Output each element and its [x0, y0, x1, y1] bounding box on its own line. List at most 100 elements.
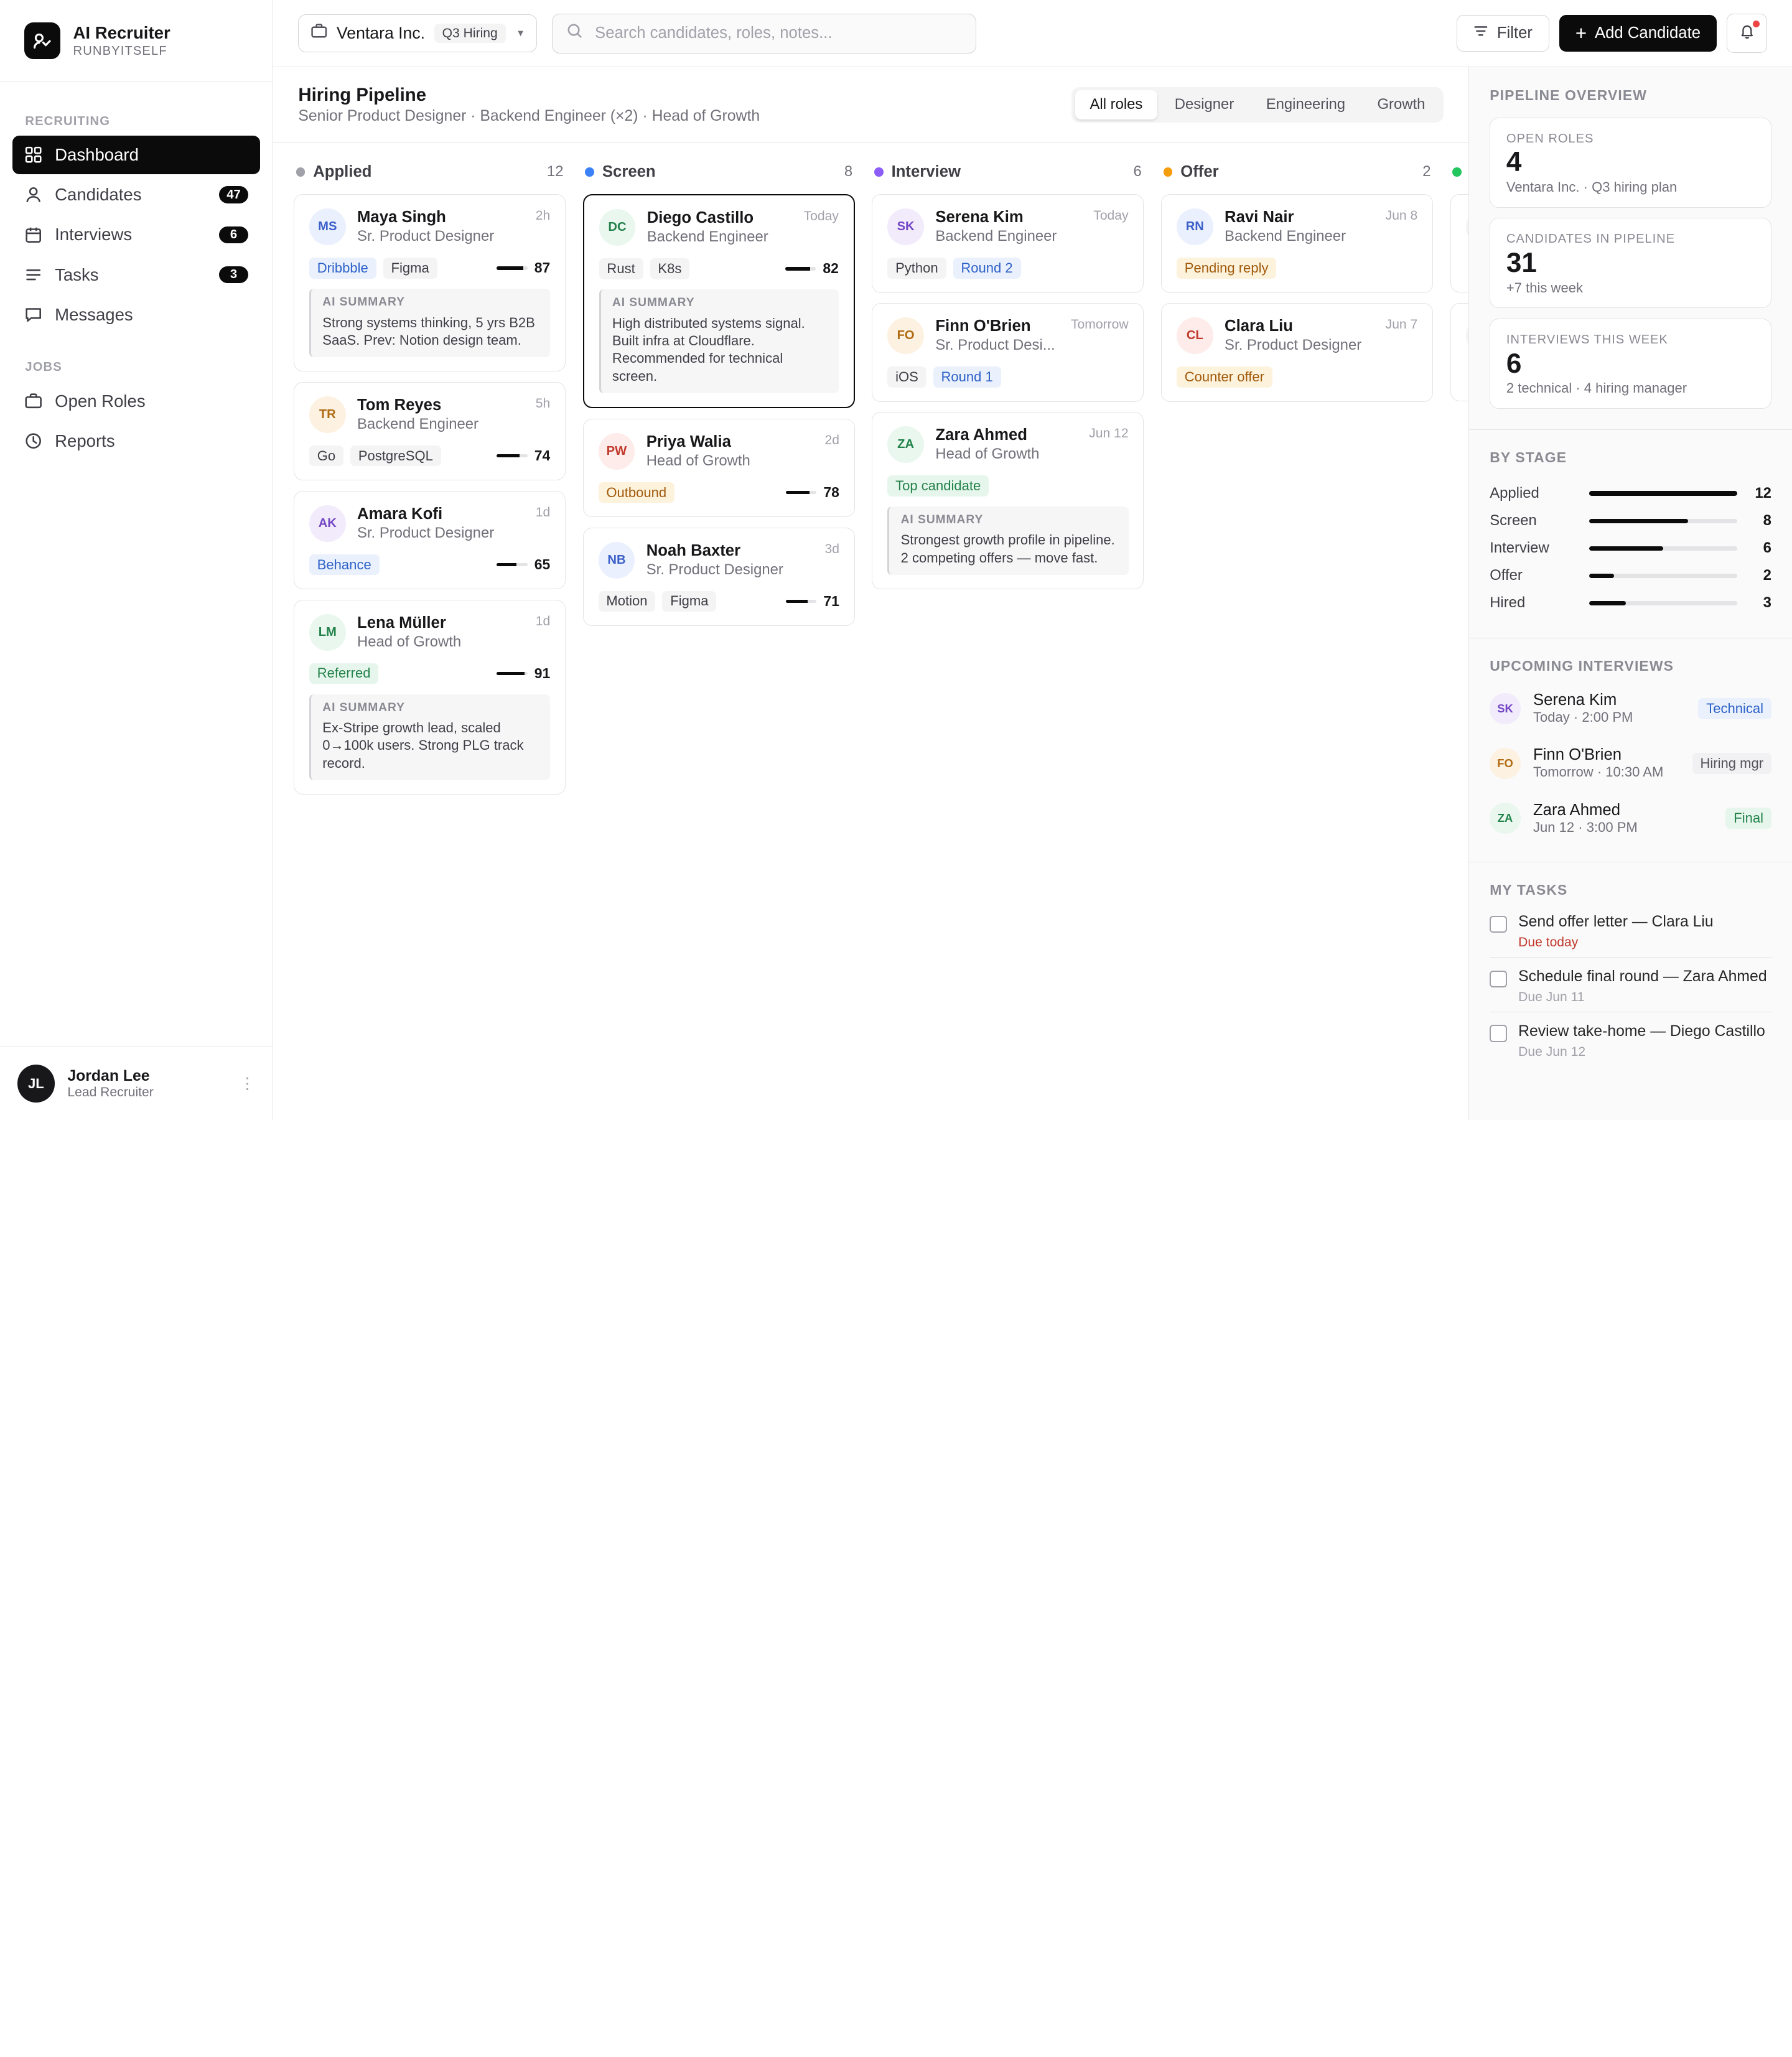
- upcoming-title: Upcoming Interviews: [1490, 657, 1674, 674]
- candidate-card[interactable]: FO Finn O'Brien Sr. Product Desi... Tomorro…: [872, 303, 1144, 402]
- stage-name: Offer: [1490, 567, 1523, 584]
- candidate-name: Finn O'Brien: [935, 317, 1031, 335]
- match-score: 65: [497, 556, 550, 573]
- sidebar-item-messages[interactable]: Messages: [12, 296, 260, 334]
- task-checkbox[interactable]: [1490, 915, 1507, 933]
- user-name: Jordan Lee: [67, 1067, 150, 1084]
- pipeline-column-interview: Interview 6 SK Serena Kim Backend Engineer To…: [872, 162, 1144, 805]
- user-profile[interactable]: JL Jordan Lee Lead Recruiter ⋮: [0, 1047, 273, 1120]
- candidate-card[interactable]: MS Maya Singh Sr. Product Designer 2h Dribbb…: [294, 194, 566, 372]
- sidebar-nav: Recruiting Dashboard Candidates 47 Interview…: [0, 82, 273, 1047]
- candidate-name: Amara Kofi: [357, 505, 443, 523]
- interview-item[interactable]: FO Finn O'Brien Tomorrow · 10:30 AM Hiring …: [1490, 736, 1771, 791]
- ai-summary-text: High distributed systems signal. Built i…: [612, 315, 805, 384]
- brand-logo-icon: [24, 22, 61, 59]
- match-score: 71: [785, 593, 839, 610]
- main: Ventara Inc. Q3 Hiring ▼ Filter +: [273, 0, 1792, 1120]
- candidate-card[interactable]: ZA Zara Ahmed Head of Growth Jun 12 Top cand…: [872, 412, 1144, 590]
- score-bar: [785, 599, 817, 604]
- card-meta: Motion Figma 71: [598, 590, 839, 612]
- candidate-role: Backend Engineer: [357, 415, 479, 432]
- interview-time: Tomorrow · 10:30 AM: [1533, 764, 1664, 780]
- tab-designer[interactable]: Designer: [1160, 90, 1249, 119]
- candidate-card[interactable]: NB Noah Baxter Sr. Product Designer 3d Motio…: [582, 527, 855, 627]
- brand[interactable]: AI Recruiter RUNBYITSELF: [0, 0, 273, 83]
- app-root: AI Recruiter RUNBYITSELF Recruiting Dashb…: [0, 0, 1792, 1120]
- user-role: Lead Recruiter: [67, 1084, 154, 1099]
- score-value: 82: [823, 260, 839, 277]
- pipeline-column-screen: Screen 8 DC Diego Castillo Backend Engineer T…: [582, 162, 855, 805]
- candidate-info: Noah Baxter Sr. Product Designer: [646, 542, 813, 579]
- company-tag: Q3 Hiring: [434, 24, 506, 44]
- candidate-card[interactable]: [1450, 194, 1469, 293]
- candidate-role: Head of Growth: [357, 633, 462, 650]
- stage-bar: [1589, 573, 1737, 579]
- candidate-card[interactable]: TR Tom Reyes Backend Engineer 5h Go PostgreSQ…: [294, 381, 566, 481]
- task-item: Schedule final round — Zara Ahmed Due Jun…: [1490, 958, 1771, 1013]
- task-title: Send offer letter — Clara Liu: [1518, 913, 1714, 930]
- task-checkbox[interactable]: [1490, 970, 1507, 988]
- candidate-card[interactable]: DC Diego Castillo Backend Engineer Today Rus…: [582, 194, 855, 409]
- candidate-role: Sr. Product Designer: [1225, 337, 1362, 354]
- sidebar-item-dashboard[interactable]: Dashboard: [12, 135, 260, 175]
- tab-growth[interactable]: Growth: [1363, 90, 1440, 119]
- stage-name: Applied: [1490, 485, 1539, 502]
- sidebar-item-interviews[interactable]: Interviews 6: [12, 215, 260, 254]
- interview-item[interactable]: SK Serena Kim Today · 2:00 PM Technical: [1490, 681, 1771, 736]
- sidebar-item-tasks[interactable]: Tasks 3: [12, 255, 260, 294]
- tab-all-roles[interactable]: All roles: [1075, 90, 1158, 119]
- task-checkbox[interactable]: [1490, 1025, 1507, 1042]
- more-vertical-icon[interactable]: ⋮: [240, 1075, 256, 1093]
- plus-icon: +: [1575, 22, 1587, 45]
- notifications-button[interactable]: [1727, 14, 1767, 53]
- sidebar-item-reports[interactable]: Reports: [12, 422, 260, 460]
- list-icon: [24, 265, 44, 284]
- candidate-card[interactable]: LM Lena Müller Head of Growth 1d Referred 91 A…: [294, 599, 566, 795]
- task-item: Send offer letter — Clara Liu Due today: [1490, 903, 1771, 958]
- candidate-info: Priya Walia Head of Growth: [646, 433, 813, 470]
- candidate-card[interactable]: PW Priya Walia Head of Growth 2d Outbound 78: [582, 418, 855, 518]
- add-candidate-button[interactable]: + Add Candidate: [1559, 15, 1717, 52]
- candidate-card[interactable]: [1450, 302, 1469, 401]
- avatar: ZA: [1490, 803, 1521, 834]
- candidate-name: Clara Liu: [1225, 317, 1294, 335]
- interview-info: Finn O'Brien Tomorrow · 10:30 AM: [1533, 746, 1663, 780]
- candidate-tag: Rust: [599, 258, 643, 279]
- sidebar-item-candidates[interactable]: Candidates 47: [12, 175, 260, 214]
- pipeline-overview: Pipeline Overview Open Roles 4 Ventara Inc…: [1469, 67, 1792, 430]
- avatar: PW: [598, 432, 635, 470]
- match-score: 78: [785, 484, 839, 501]
- stage-row-interview: Interview 6: [1490, 534, 1771, 562]
- stat-value: 31: [1506, 248, 1537, 279]
- card-timestamp: Jun 7: [1385, 317, 1418, 332]
- sidebar-item-label: Messages: [55, 304, 133, 324]
- stage-count: 8: [1763, 512, 1771, 529]
- match-score: 87: [497, 259, 550, 276]
- interview-name: Finn O'Brien: [1533, 746, 1622, 764]
- task-body: Review take-home — Diego Castillo Due Jun…: [1518, 1023, 1765, 1060]
- interview-info: Zara Ahmed Jun 12 · 3:00 PM: [1533, 801, 1638, 836]
- interview-item[interactable]: ZA Zara Ahmed Jun 12 · 3:00 PM Final: [1490, 791, 1771, 846]
- candidate-role: Backend Engineer: [935, 228, 1057, 245]
- by-stage-title: By Stage: [1490, 449, 1567, 466]
- company-selector[interactable]: Ventara Inc. Q3 Hiring ▼: [298, 14, 538, 52]
- pipeline-board: Hiring Pipeline Senior Product Designer …: [273, 67, 1469, 1120]
- candidate-card[interactable]: CL Clara Liu Sr. Product Designer Jun 7 Coun…: [1161, 303, 1434, 402]
- score-fill: [785, 267, 811, 271]
- sidebar-item-label: Candidates: [55, 185, 142, 205]
- search-input[interactable]: [595, 24, 962, 43]
- sidebar-item-open-roles[interactable]: Open Roles: [12, 381, 260, 420]
- card-meta: Outbound 78: [598, 482, 839, 503]
- candidate-card[interactable]: SK Serena Kim Backend Engineer Today Python R…: [872, 194, 1144, 293]
- filter-button[interactable]: Filter: [1456, 15, 1549, 52]
- task-title: Schedule final round — Zara Ahmed: [1518, 968, 1767, 985]
- avatar: LM: [309, 613, 346, 651]
- tab-engineering[interactable]: Engineering: [1251, 90, 1360, 119]
- avatar: SK: [1490, 693, 1521, 724]
- candidate-role: Sr. Product Designer: [357, 228, 495, 245]
- column-title: Applied: [313, 162, 372, 180]
- candidate-card[interactable]: RN Ravi Nair Backend Engineer Jun 8 Pending …: [1161, 194, 1434, 293]
- candidate-card[interactable]: AK Amara Kofi Sr. Product Designer 1d Behanc…: [294, 490, 566, 590]
- score-fill: [785, 490, 810, 495]
- pipeline-column-offer: Offer 2 RN Ravi Nair Backend Engineer Jun 8 Pe…: [1161, 162, 1434, 805]
